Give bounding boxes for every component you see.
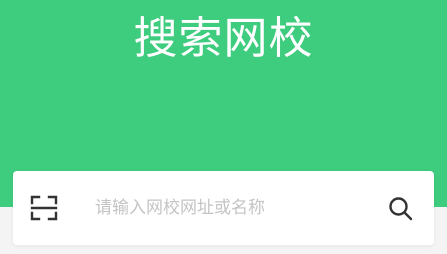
page-title: 搜索网校	[133, 13, 314, 64]
search-icon	[389, 197, 413, 221]
search-input[interactable]	[95, 191, 375, 225]
scan-icon	[30, 195, 58, 221]
search-button[interactable]	[387, 195, 415, 223]
search-bar	[13, 171, 434, 245]
scan-button[interactable]	[30, 195, 58, 221]
